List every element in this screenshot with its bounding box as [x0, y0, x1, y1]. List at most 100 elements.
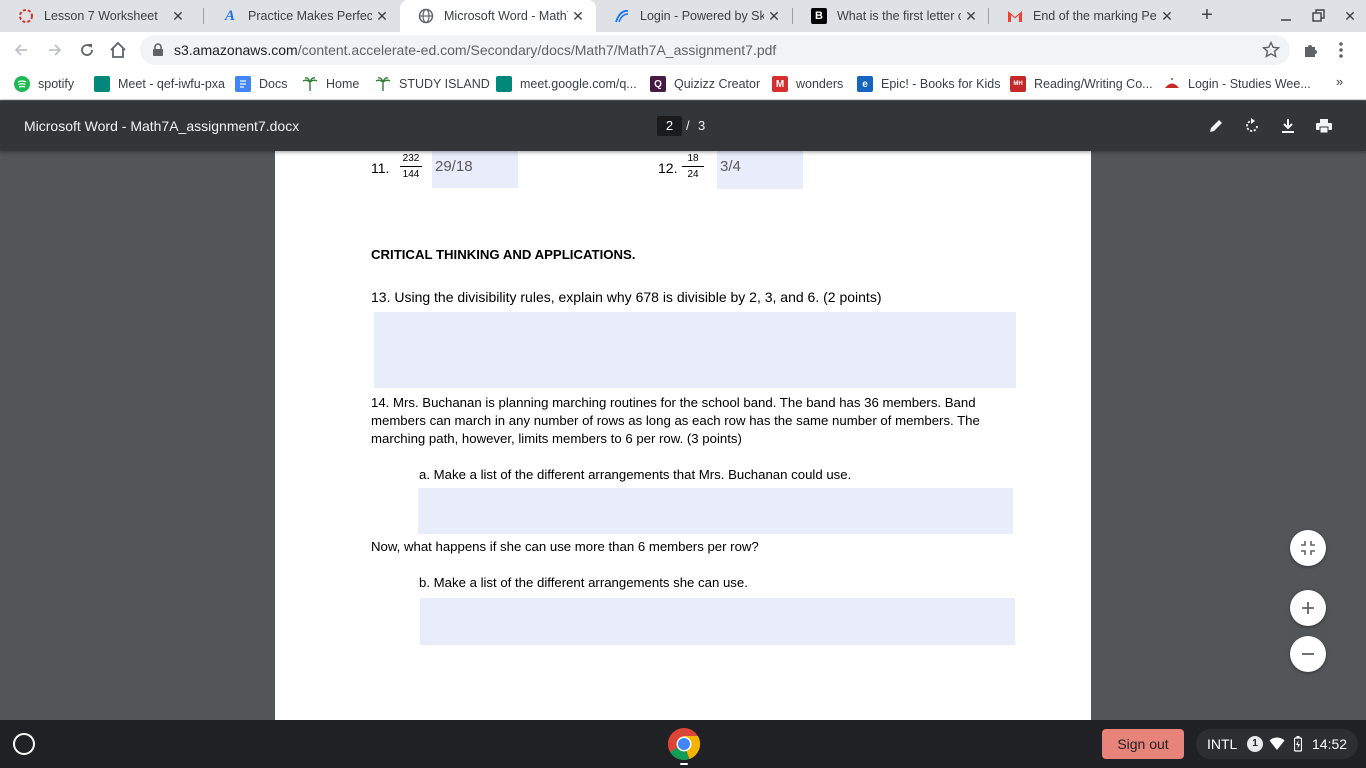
mcgraw-hill-icon: MH — [1010, 76, 1026, 92]
download-icon[interactable] — [1277, 115, 1299, 137]
notification-badge: 1 — [1247, 736, 1263, 752]
fit-page-icon — [1301, 541, 1315, 555]
question-14-line-2: members can march in any number of rows … — [371, 413, 980, 428]
bookmarks-bar: spotify Meet - qef-iwfu-pxa Docs Home ST… — [0, 68, 1366, 100]
bookmark-study-island[interactable]: STUDY ISLAND — [375, 75, 490, 93]
url-text[interactable]: s3.amazonaws.com/content.accelerate-ed.c… — [174, 42, 776, 58]
plus-icon — [1302, 602, 1314, 614]
reload-icon[interactable] — [76, 39, 98, 61]
print-icon[interactable] — [1313, 115, 1335, 137]
tab-practice[interactable]: A Practice Makes Perfect! ✕ — [204, 0, 400, 32]
question-14-followup: Now, what happens if she can use more th… — [371, 539, 759, 554]
skyward-favicon — [614, 8, 630, 24]
answer-field-11[interactable]: 29/18 — [432, 151, 518, 188]
bookmark-reading-writing[interactable]: MH Reading/Writing Co... — [1010, 75, 1153, 93]
close-icon[interactable]: ✕ — [963, 8, 979, 24]
sign-out-button[interactable]: Sign out — [1102, 729, 1184, 759]
pdf-document-title: Microsoft Word - Math7A_assignment7.docx — [24, 118, 300, 134]
tab-brainly[interactable]: B What is the first letter of ✕ — [793, 0, 989, 32]
answer-field-12[interactable]: 3/4 — [717, 151, 803, 189]
close-icon[interactable]: ✕ — [570, 8, 586, 24]
tab-lesson-7[interactable]: Lesson 7 Worksheet ✕ — [0, 0, 196, 32]
status-tray[interactable]: INTL 1 14:52 — [1196, 729, 1358, 759]
a-logo-favicon: A — [224, 7, 235, 24]
answer-field-13[interactable] — [374, 312, 1016, 388]
fraction: 18 24 — [682, 153, 704, 180]
quizizz-icon: Q — [650, 76, 666, 92]
address-bar[interactable]: s3.amazonaws.com/content.accelerate-ed.c… — [140, 35, 1290, 65]
question-number: 11. — [371, 160, 390, 176]
question-14b: b. Make a list of the different arrangem… — [419, 575, 748, 590]
chrome-app-icon[interactable] — [667, 727, 701, 761]
bookmark-home[interactable]: Home — [302, 75, 359, 93]
tab-microsoft-word[interactable]: Microsoft Word - Math7A ✕ — [400, 0, 596, 32]
bookmarks-overflow-button[interactable]: » — [1336, 74, 1343, 89]
extensions-puzzle-icon[interactable] — [1302, 41, 1320, 64]
bookmark-meet-link[interactable]: meet.google.com/q... — [496, 75, 637, 93]
new-tab-button[interactable]: + — [1196, 4, 1218, 26]
home-icon[interactable] — [107, 39, 129, 61]
bookmark-spotify[interactable]: spotify — [14, 75, 74, 93]
studies-weekly-icon — [1164, 76, 1180, 92]
lesson-favicon — [18, 8, 34, 24]
kebab-menu-icon[interactable] — [1338, 41, 1344, 64]
pdf-toolbar: Microsoft Word - Math7A_assignment7.docx… — [0, 101, 1366, 151]
tab-title: Practice Makes Perfect! — [248, 9, 372, 23]
answer-field-14a[interactable] — [418, 488, 1013, 534]
bookmark-epic[interactable]: e Epic! - Books for Kids — [857, 75, 1001, 93]
spotify-icon — [14, 76, 30, 92]
question-13: 13. Using the divisibility rules, explai… — [371, 289, 882, 305]
bookmark-studies-weekly[interactable]: Login - Studies Wee... — [1164, 75, 1311, 93]
meet-icon — [94, 76, 110, 92]
minimize-icon[interactable] — [1276, 6, 1296, 26]
fit-to-page-button[interactable] — [1290, 530, 1326, 566]
minus-icon — [1302, 653, 1314, 655]
close-icon[interactable]: ✕ — [1159, 8, 1175, 24]
tab-gmail[interactable]: End of the marking Peri ✕ — [989, 0, 1185, 32]
pdf-viewport[interactable]: 11. 232 144 29/18 12. 18 24 3/4 CRITICAL… — [0, 151, 1366, 720]
system-shelf: Sign out INTL 1 14:52 — [0, 720, 1366, 768]
battery-icon — [1293, 736, 1303, 755]
section-heading: CRITICAL THINKING AND APPLICATIONS. — [371, 247, 636, 262]
tab-title: Lesson 7 Worksheet — [44, 9, 158, 23]
tab-title: Microsoft Word - Math7A — [444, 9, 568, 23]
bookmark-meet[interactable]: Meet - qef-iwfu-pxa — [94, 75, 225, 93]
meet-icon — [496, 76, 512, 92]
page-separator: / — [686, 118, 690, 133]
close-icon[interactable]: ✕ — [374, 8, 390, 24]
brainly-favicon: B — [811, 8, 827, 24]
app-running-indicator — [680, 763, 688, 765]
rotate-icon[interactable] — [1241, 115, 1263, 137]
annotate-pen-icon[interactable] — [1205, 115, 1227, 137]
close-window-icon[interactable]: ✕ — [1340, 6, 1360, 26]
zoom-out-button[interactable] — [1290, 636, 1326, 672]
epic-icon: e — [857, 76, 873, 92]
tab-skyward-login[interactable]: Login - Powered by Skyw ✕ — [596, 0, 792, 32]
close-icon[interactable]: ✕ — [170, 8, 186, 24]
launcher-button[interactable] — [13, 733, 35, 755]
answer-field-14b[interactable] — [420, 598, 1015, 645]
browser-toolbar: s3.amazonaws.com/content.accelerate-ed.c… — [0, 32, 1366, 68]
globe-favicon — [418, 8, 434, 24]
bookmark-star-icon[interactable] — [1261, 40, 1281, 64]
fraction: 232 144 — [400, 153, 422, 180]
lock-icon[interactable] — [152, 43, 164, 62]
bookmark-quizizz[interactable]: Q Quizizz Creator — [650, 75, 760, 93]
page-total: 3 — [698, 118, 706, 133]
forward-icon[interactable] — [44, 39, 66, 61]
bookmark-wonders[interactable]: M wonders — [772, 75, 843, 93]
question-14a: a. Make a list of the different arrangem… — [419, 467, 852, 482]
tab-title: Login - Powered by Skyw — [640, 9, 764, 23]
back-icon[interactable] — [10, 39, 32, 61]
bookmark-docs[interactable]: Docs — [235, 75, 287, 93]
home-island-icon — [302, 76, 318, 92]
clock: 14:52 — [1312, 736, 1348, 752]
zoom-in-button[interactable] — [1290, 590, 1326, 626]
wifi-icon — [1269, 737, 1285, 754]
question-number: 12. — [658, 160, 678, 176]
gmail-favicon — [1007, 8, 1023, 24]
page-number-input[interactable]: 2 — [657, 116, 682, 136]
close-icon[interactable]: ✕ — [766, 8, 782, 24]
restore-icon[interactable] — [1308, 6, 1328, 26]
docs-icon — [235, 76, 251, 92]
